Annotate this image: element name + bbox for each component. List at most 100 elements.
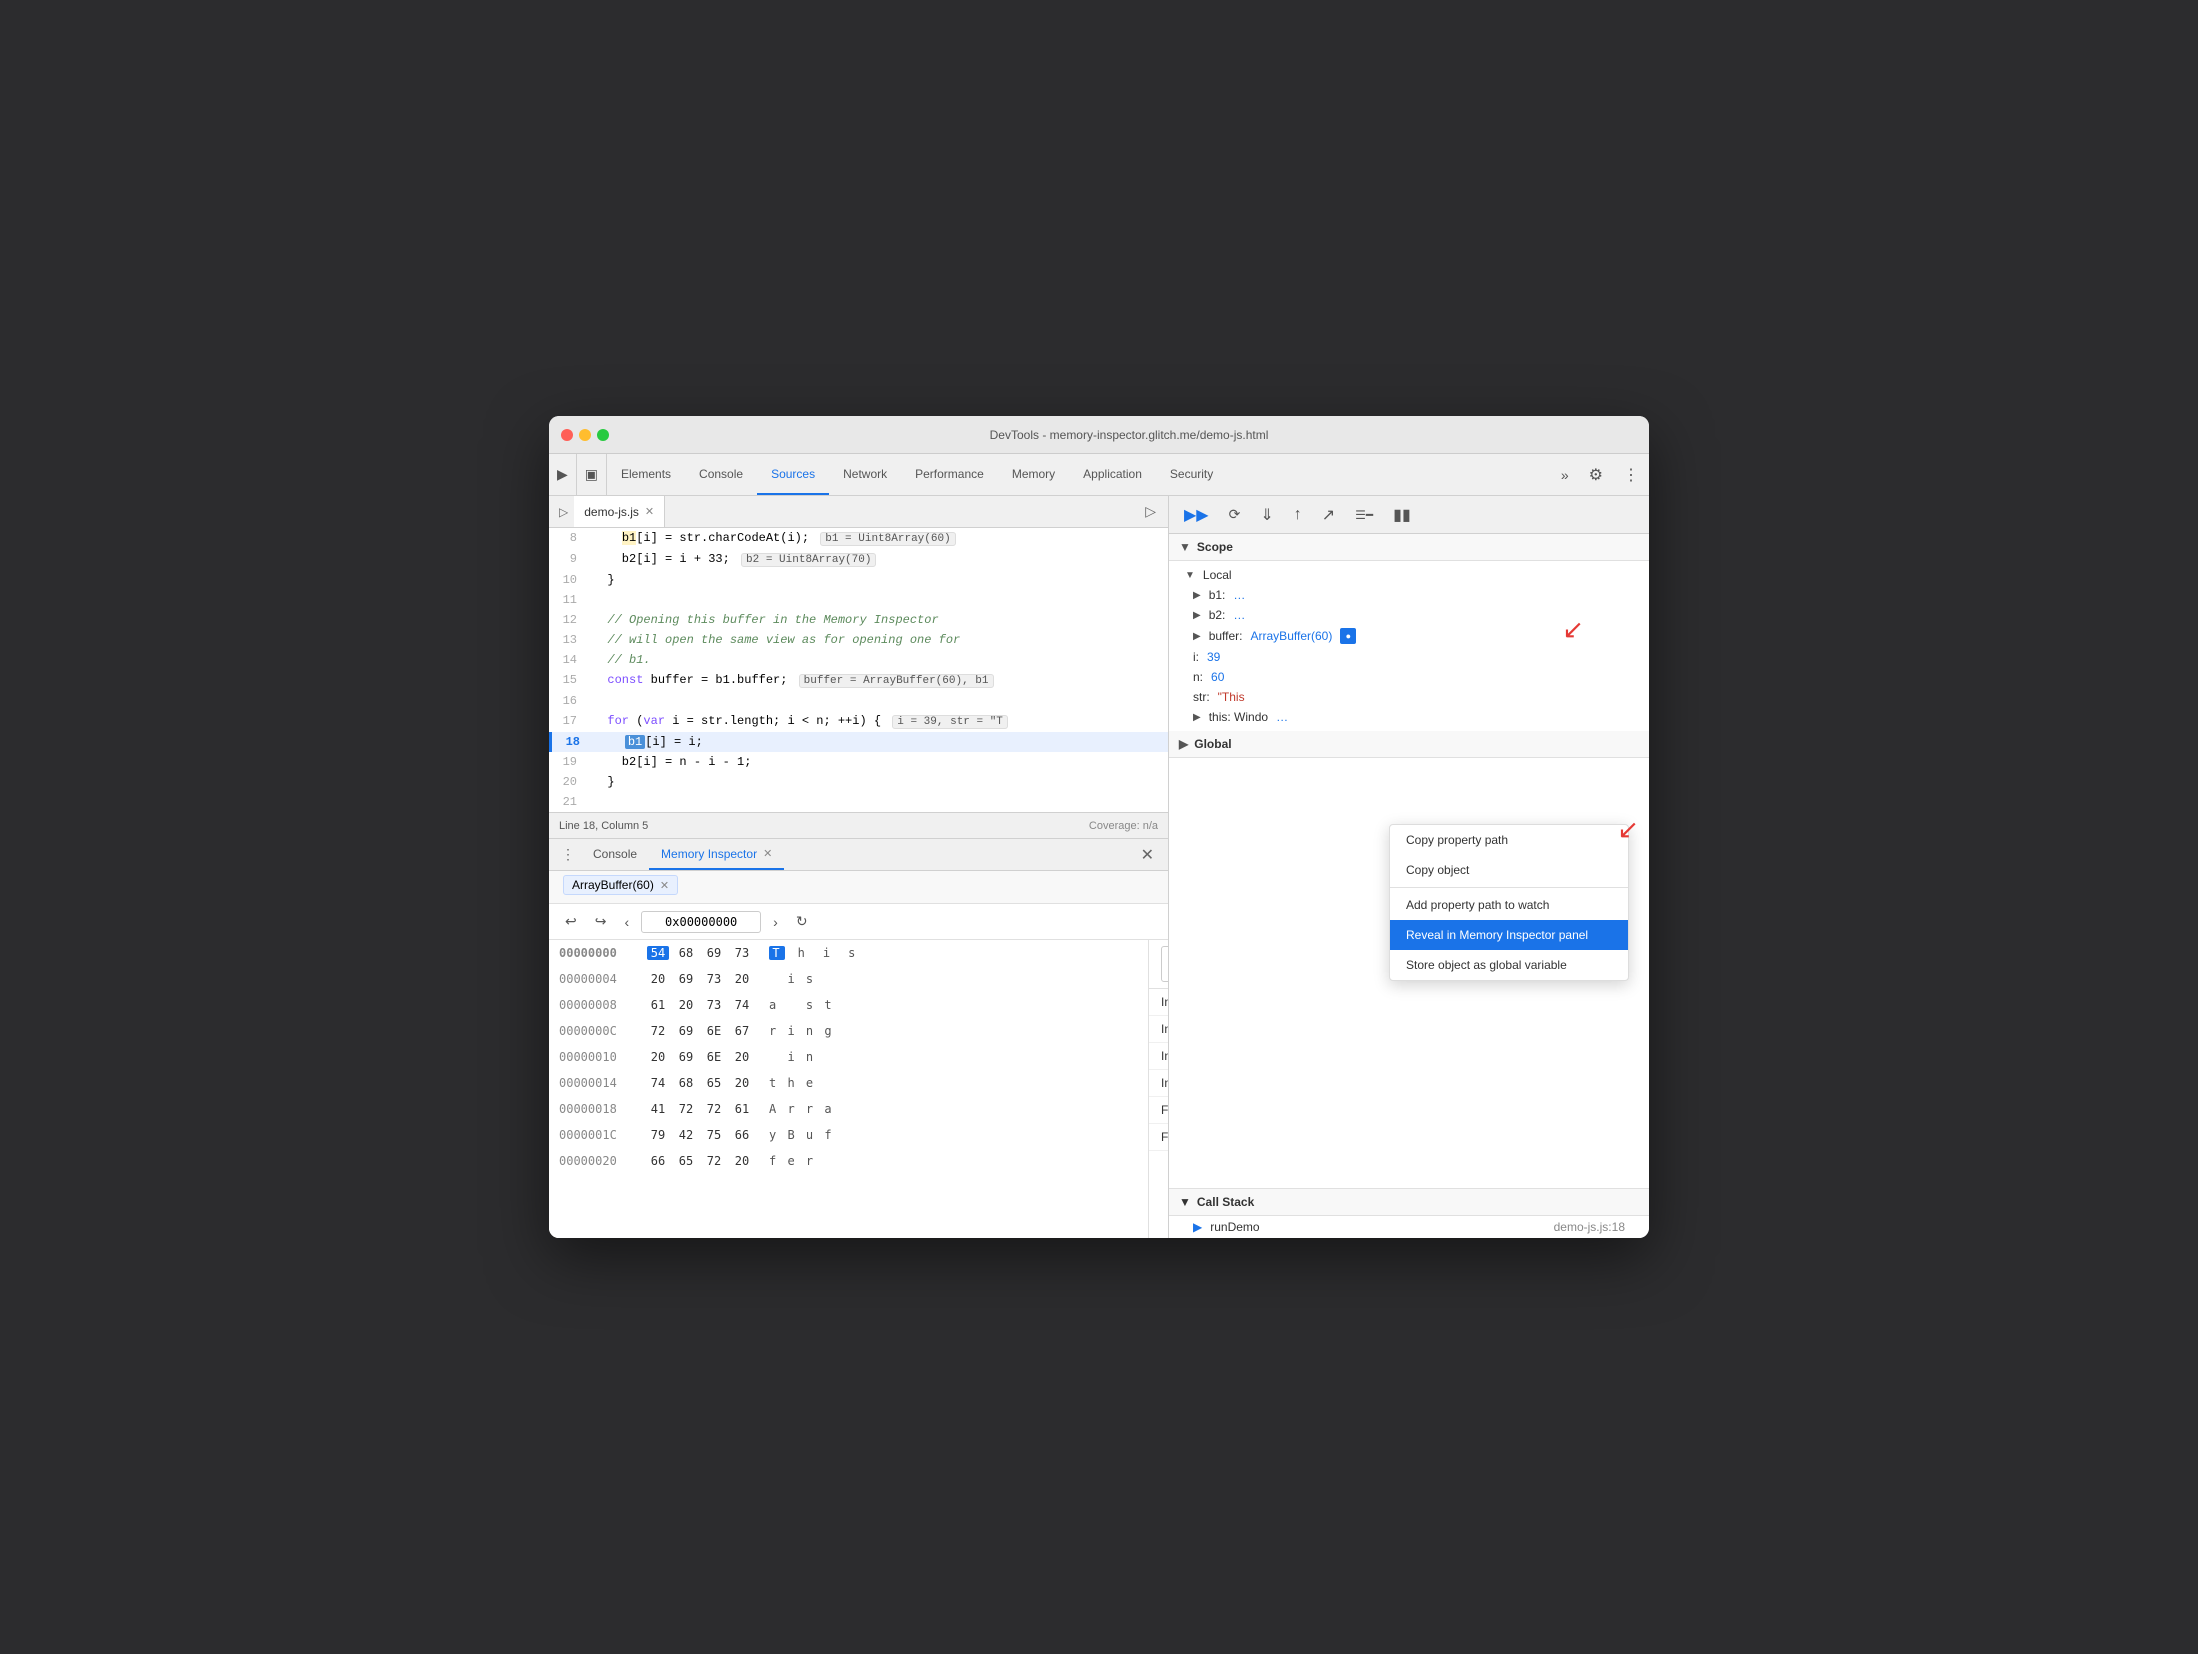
window-title: DevTools - memory-inspector.glitch.me/de… (621, 428, 1637, 442)
scope-item-this[interactable]: ▶ this: Windo … (1169, 707, 1649, 727)
context-menu: Copy property path Copy object Add prope… (1389, 824, 1629, 981)
context-menu-divider (1390, 887, 1628, 888)
code-line-10: 10 } (549, 570, 1168, 590)
more-options-icon[interactable]: ⋮ (1613, 454, 1649, 495)
source-file-tab[interactable]: demo-js.js ✕ (574, 496, 665, 527)
buffer-tab-close[interactable]: ✕ (660, 879, 669, 892)
bottom-panel-close[interactable]: ✕ (1133, 845, 1162, 865)
scope-item-n: n: 60 (1169, 667, 1649, 687)
tab-console[interactable]: Console (685, 454, 757, 495)
more-tabs-button[interactable]: » (1551, 454, 1579, 495)
code-line-8: 8 b1[i] = str.charCodeAt(i); b1 = Uint8A… (549, 528, 1168, 549)
tab-console-bottom[interactable]: Console (581, 839, 649, 870)
pause-on-exceptions-button[interactable]: ▮▮ (1386, 501, 1418, 529)
right-panel: ▶▶ ⟳ ⇓ ↑ ↗ ☰━ ▮▮ ▼ Scope ▼ Local (1169, 496, 1649, 1238)
context-menu-store-global[interactable]: Store object as global variable (1390, 950, 1628, 980)
file-navigator-icon[interactable]: ▷ (553, 505, 574, 519)
redo-button[interactable]: ↪ (589, 910, 613, 933)
code-line-11: 11 (549, 590, 1168, 610)
line-col-indicator: Line 18, Column 5 (559, 820, 648, 832)
step-over-button[interactable]: ⇓ (1253, 501, 1280, 529)
deactivate-breakpoints-button[interactable]: ☰━ (1348, 504, 1380, 526)
address-input[interactable] (641, 911, 761, 933)
di-row-float64: Float 64-bit dec ▾ 4.171482365401182e+98 (1149, 1124, 1168, 1151)
traffic-lights (561, 429, 609, 441)
cursor-icon[interactable]: ▶ (549, 454, 577, 495)
scope-item-buffer[interactable]: ▶ buffer: ArrayBuffer(60) ● (1169, 625, 1649, 647)
tab-memory-inspector[interactable]: Memory Inspector ✕ (649, 839, 784, 870)
titlebar: DevTools - memory-inspector.glitch.me/de… (549, 416, 1649, 454)
di-row-int32: Integer 32-bit dec ▾ 1416128883 (1149, 1043, 1168, 1070)
buffer-tabs-row: ArrayBuffer(60) ✕ (549, 871, 1168, 904)
scope-header[interactable]: ▼ Scope (1169, 534, 1649, 561)
code-line-9: 9 b2[i] = i + 33; b2 = Uint8Array(70) (549, 549, 1168, 570)
memory-inspector-link-icon[interactable]: ● (1340, 628, 1356, 644)
tab-network[interactable]: Network (829, 454, 901, 495)
hex-row-7: 0000001C 79 42 75 66 y B u f (549, 1122, 1148, 1148)
di-row-int16: Integer 16-bit dec ▾ 21608 (1149, 1016, 1168, 1043)
tab-memory[interactable]: Memory (998, 454, 1069, 495)
source-filename: demo-js.js (584, 505, 639, 519)
context-menu-add-watch[interactable]: Add property path to watch (1390, 890, 1628, 920)
code-line-16: 16 (549, 691, 1168, 711)
call-stack-section: ▼ Call Stack ▶ runDemo demo-js.js:18 (1169, 1188, 1649, 1238)
bottom-tab-settings-icon[interactable]: ⋮ (555, 846, 581, 863)
endian-selector[interactable]: Big Endian ▼ (1161, 946, 1168, 982)
devtools-window: DevTools - memory-inspector.glitch.me/de… (549, 416, 1649, 1238)
array-buffer-tab[interactable]: ArrayBuffer(60) ✕ (563, 875, 678, 895)
source-tab-nav[interactable]: ▷ (1137, 503, 1164, 520)
hex-row-4: 00000010 20 69 6E 20 i n (549, 1044, 1148, 1070)
hex-row-2: 00000008 61 20 73 74 a s t (549, 992, 1148, 1018)
scope-local-section: ▼ Local ▶ b1: … ▶ b2: … ▶ (1169, 561, 1649, 731)
call-stack-header[interactable]: ▼ Call Stack (1169, 1189, 1649, 1216)
context-menu-copy-object[interactable]: Copy object (1390, 855, 1628, 885)
refresh-button[interactable]: ↻ (790, 910, 814, 933)
step-out-button[interactable]: ↗ (1315, 501, 1342, 529)
code-line-17: 17 for (var i = str.length; i < n; ++i) … (549, 711, 1168, 732)
di-row-float32: Float 32-bit dec ▾ 3992806227968.00 (1149, 1097, 1168, 1124)
scope-item-b1[interactable]: ▶ b1: … (1169, 585, 1649, 605)
hex-row-1: 00000004 20 69 73 20 i s (549, 966, 1148, 992)
tab-application[interactable]: Application (1069, 454, 1156, 495)
hex-row-5: 00000014 74 68 65 20 t h e (549, 1070, 1148, 1096)
undo-button[interactable]: ↩ (559, 910, 583, 933)
resume-button[interactable]: ▶▶ (1177, 501, 1216, 529)
settings-icon[interactable]: ⚙ (1579, 454, 1613, 495)
main-area: ▷ demo-js.js ✕ ▷ 8 b1[i] = str.charCodeA… (549, 496, 1649, 1238)
hex-row-3: 0000000C 72 69 6E 67 r i n g (549, 1018, 1148, 1044)
context-menu-copy-path[interactable]: Copy property path (1390, 825, 1628, 855)
next-address-button[interactable]: › (767, 911, 784, 933)
source-tab-close[interactable]: ✕ (645, 505, 654, 518)
code-line-13: 13 // will open the same view as for ope… (549, 630, 1168, 650)
prev-address-button[interactable]: ‹ (618, 911, 635, 933)
source-tabs: ▷ demo-js.js ✕ ▷ (549, 496, 1168, 528)
debugger-toolbar: ▶▶ ⟳ ⇓ ↑ ↗ ☰━ ▮▮ (1169, 496, 1649, 534)
code-line-12: 12 // Opening this buffer in the Memory … (549, 610, 1168, 630)
tab-security[interactable]: Security (1156, 454, 1227, 495)
code-line-20: 20 } (549, 772, 1168, 792)
code-line-18: 18 b1[i] = i; (549, 732, 1168, 752)
tab-sources[interactable]: Sources (757, 454, 829, 495)
close-button[interactable] (561, 429, 573, 441)
minimize-button[interactable] (579, 429, 591, 441)
call-stack-row-runDemo[interactable]: ▶ runDemo demo-js.js:18 (1169, 1216, 1649, 1238)
coverage-status: Coverage: n/a (1089, 820, 1158, 832)
code-line-19: 19 b2[i] = n - i - 1; (549, 752, 1168, 772)
context-menu-reveal-memory[interactable]: Reveal in Memory Inspector panel (1390, 920, 1628, 950)
reload-button[interactable]: ⟳ (1222, 502, 1248, 527)
scope-global-header[interactable]: ▶ Global (1169, 731, 1649, 758)
hex-row-0: 00000000 54 68 69 73 T h (549, 940, 1148, 966)
code-line-21: 21 (549, 792, 1168, 812)
step-into-button[interactable]: ↑ (1287, 502, 1309, 528)
code-line-14: 14 // b1. (549, 650, 1168, 670)
tab-performance[interactable]: Performance (901, 454, 998, 495)
memory-inspector-tab-close[interactable]: ✕ (763, 847, 772, 860)
status-bar: Line 18, Column 5 Coverage: n/a (549, 812, 1168, 838)
scope-item-b2[interactable]: ▶ b2: … (1169, 605, 1649, 625)
inspect-icon[interactable]: ▣ (577, 454, 607, 495)
scope-local-header[interactable]: ▼ Local (1169, 565, 1649, 585)
left-panel: ▷ demo-js.js ✕ ▷ 8 b1[i] = str.charCodeA… (549, 496, 1169, 1238)
memory-inspector-panel: ArrayBuffer(60) ✕ ↩ ↪ ‹ › ↻ (549, 871, 1168, 1238)
maximize-button[interactable] (597, 429, 609, 441)
tab-elements[interactable]: Elements (607, 454, 685, 495)
